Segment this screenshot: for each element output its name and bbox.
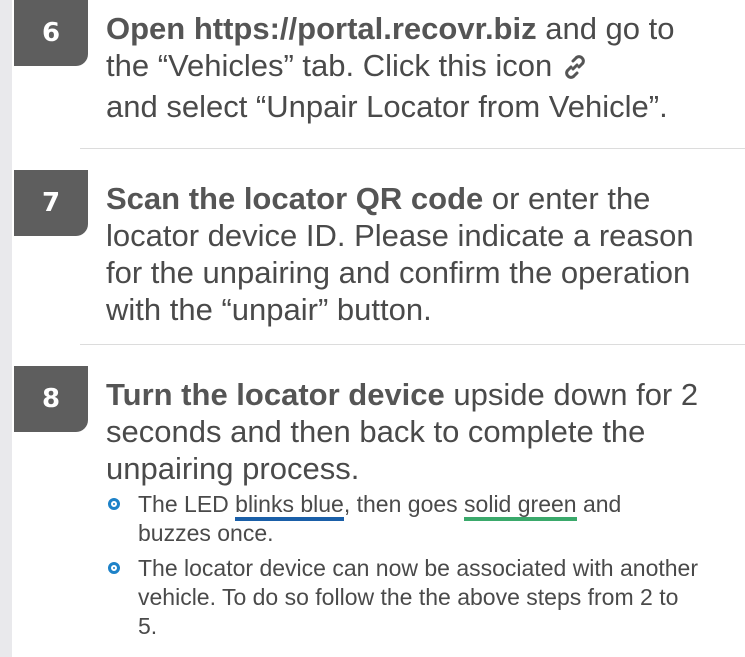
step-7-bold-text: Scan the locator QR code: [106, 181, 484, 216]
step-number-badge: 6: [14, 0, 88, 66]
bullet-text: The LED: [138, 491, 236, 517]
bullet-dot-icon: [108, 498, 120, 510]
bullet-item: The locator device can now be associated…: [108, 554, 698, 641]
step-8-text: Turn the locator device upside down for …: [106, 376, 706, 487]
bullet-text: The locator device can now be associated…: [138, 555, 698, 639]
step-number-badge: 8: [14, 366, 88, 432]
step-8-bullet-list: The LED blinks blue, then goes solid gre…: [108, 490, 698, 647]
bullet-item: The LED blinks blue, then goes solid gre…: [108, 490, 698, 548]
step-divider: [80, 344, 745, 345]
link-icon: [562, 51, 588, 88]
bullet-dot-icon: [108, 562, 120, 574]
step-divider: [80, 148, 745, 149]
step-number-badge: 7: [14, 170, 88, 236]
step-6-text-part-b: and select “Unpair Locator from Vehicle”…: [106, 89, 668, 124]
step-7-text: Scan the locator QR code or enter the lo…: [106, 180, 726, 328]
step-6-bold-text: Open https://portal.recovr.biz: [106, 11, 537, 46]
page-left-margin-bar: [0, 0, 12, 657]
bullet-text: , then goes: [343, 491, 465, 517]
step-8-bold-text: Turn the locator device: [106, 377, 445, 412]
highlight-solid-green: solid green: [464, 491, 577, 521]
step-6-text: Open https://portal.recovr.biz and go to…: [106, 10, 726, 125]
highlight-blinks-blue: blinks blue: [235, 491, 344, 521]
